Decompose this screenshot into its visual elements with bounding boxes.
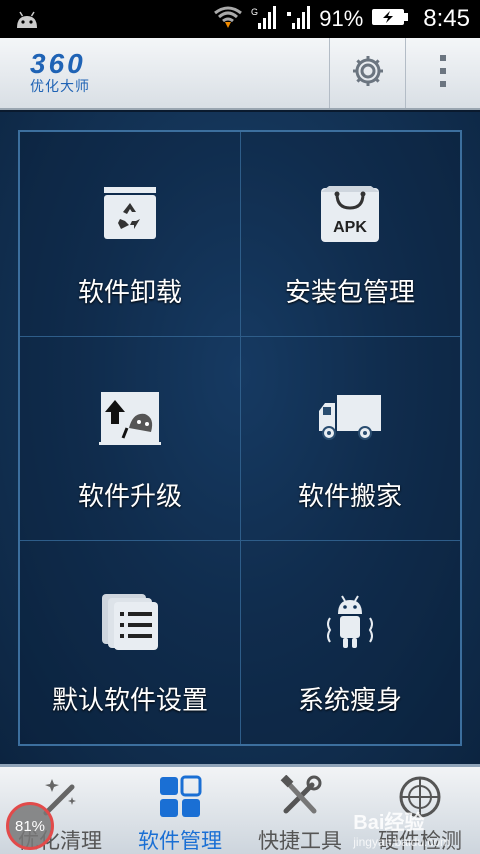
android-slim-icon bbox=[320, 592, 380, 652]
svg-text:APK: APK bbox=[333, 219, 367, 236]
battery-percent: 91% bbox=[319, 6, 364, 31]
upgrade-icon bbox=[99, 388, 161, 448]
signal-icon-g: G bbox=[251, 3, 277, 35]
grid-item-label: 系统瘦身 bbox=[297, 686, 402, 716]
baidu-watermark: Bai经验 jingyan.baidu.com bbox=[353, 806, 450, 849]
grid-item-system-slim[interactable]: 系统瘦身 bbox=[240, 540, 460, 744]
battery-charging-icon bbox=[371, 7, 409, 31]
grid-item-label: 默认软件设置 bbox=[51, 686, 208, 716]
grid-item-label: 软件搬家 bbox=[297, 482, 402, 512]
grid-item-label: 软件升级 bbox=[77, 482, 182, 512]
memory-usage-badge[interactable]: 81% bbox=[6, 802, 54, 850]
grid-item-uninstall[interactable]: 软件卸载 bbox=[20, 132, 240, 336]
settings-button[interactable] bbox=[329, 38, 405, 108]
feature-grid: 软件卸载 APK 安装包管理 软件升级 软件搬家 默认软件设置 系统瘦身 bbox=[18, 130, 462, 746]
android-notification-icon bbox=[14, 8, 40, 34]
watermark-tail: 经验 bbox=[384, 812, 425, 834]
overflow-menu-icon bbox=[438, 53, 448, 93]
grid-item-apk-manager[interactable]: APK 安装包管理 bbox=[240, 132, 460, 336]
grid-item-label: 软件卸载 bbox=[77, 278, 182, 308]
tab-label: 软件管理 bbox=[138, 829, 222, 853]
gear-icon bbox=[350, 53, 386, 93]
logo-360: 360 bbox=[30, 48, 86, 79]
logo-subtitle: 优化大师 bbox=[30, 79, 90, 95]
truck-icon bbox=[317, 388, 383, 448]
tools-icon bbox=[278, 775, 322, 819]
grid-item-default-apps[interactable]: 默认软件设置 bbox=[20, 540, 240, 744]
overflow-menu-button[interactable] bbox=[405, 38, 480, 108]
wifi-icon bbox=[213, 4, 243, 34]
tab-label: 快捷工具 bbox=[258, 829, 342, 853]
main-content: 软件卸载 APK 安装包管理 软件升级 软件搬家 默认软件设置 系统瘦身 bbox=[0, 112, 480, 764]
grid-item-upgrade[interactable]: 软件升级 bbox=[20, 336, 240, 540]
svg-text:G: G bbox=[251, 7, 258, 17]
tab-quick-tools[interactable]: 快捷工具 bbox=[240, 767, 360, 854]
list-settings-icon bbox=[100, 592, 160, 652]
clock: 8:45 bbox=[423, 5, 470, 32]
recycle-icon bbox=[101, 184, 159, 244]
watermark-brand: Bai bbox=[353, 812, 385, 834]
status-bar: G 91% 8:45 bbox=[0, 0, 480, 38]
grid-item-label: 安装包管理 bbox=[284, 278, 415, 308]
app-grid-icon bbox=[158, 775, 202, 819]
grid-item-move-app[interactable]: 软件搬家 bbox=[240, 336, 460, 540]
app-logo: 360 优化大师 bbox=[30, 50, 90, 96]
watermark-url: jingyan.baidu.com bbox=[353, 835, 450, 849]
tab-software-manage[interactable]: 软件管理 bbox=[120, 767, 240, 854]
app-header: 360 优化大师 bbox=[0, 38, 480, 110]
signal-icon-2 bbox=[285, 3, 311, 35]
apk-bag-icon: APK bbox=[319, 184, 381, 244]
